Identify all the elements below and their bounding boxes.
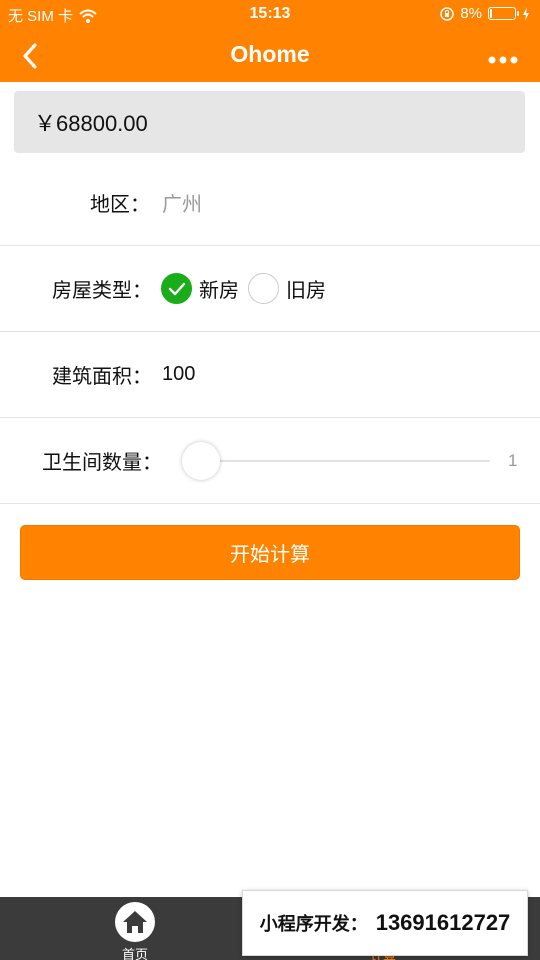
old-house-radio[interactable]	[248, 273, 279, 304]
house-type-label: 房屋类型：	[52, 278, 152, 302]
home-icon	[115, 902, 155, 942]
battery-percent: 8%	[460, 5, 482, 22]
bathroom-slider-track[interactable]	[200, 460, 490, 462]
price-display: ￥68800.00	[14, 91, 525, 153]
region-label: 地区：	[90, 192, 150, 216]
region-value[interactable]: 广州	[162, 188, 202, 217]
area-label: 建筑面积：	[52, 364, 152, 388]
nav-bar: Ohome	[0, 30, 540, 82]
watermark-phone: 13691612727	[375, 910, 511, 935]
new-house-label[interactable]: 新房	[199, 274, 239, 303]
status-right: 8%	[440, 5, 530, 22]
bathroom-slider-value: 1	[508, 451, 518, 470]
charging-icon	[523, 6, 529, 21]
bathroom-label: 卫生间数量：	[42, 450, 162, 474]
bathroom-row: 卫生间数量： 1	[0, 418, 540, 504]
house-type-row: 房屋类型： 新房 旧房	[0, 246, 540, 332]
more-dots-icon	[488, 56, 518, 64]
price-value: ￥68800.00	[34, 111, 148, 136]
battery-icon	[488, 7, 519, 20]
status-bar: 无 SIM 卡 15:13 8%	[0, 0, 540, 30]
battery-level	[490, 9, 492, 18]
tab-home-label: 首页	[121, 948, 148, 960]
new-house-radio[interactable]	[161, 273, 192, 304]
start-calculation-button[interactable]: 开始计算	[20, 525, 520, 580]
region-row[interactable]: 地区： 广州	[0, 160, 540, 246]
tab-home[interactable]: 首页	[110, 902, 160, 960]
area-input[interactable]: 100	[162, 363, 195, 386]
checkmark-icon	[168, 282, 185, 295]
area-row: 建筑面积： 100	[0, 332, 540, 418]
orientation-lock-icon	[440, 6, 455, 21]
bathroom-slider-thumb[interactable]	[182, 442, 220, 480]
watermark-label: 小程序开发：	[259, 914, 368, 935]
more-button[interactable]	[488, 50, 518, 64]
developer-contact-watermark: 小程序开发： 13691612727	[242, 890, 528, 956]
old-house-label[interactable]: 旧房	[286, 274, 326, 303]
house-type-radio-group: 新房 旧房	[161, 273, 335, 304]
page-title: Ohome	[230, 41, 310, 67]
